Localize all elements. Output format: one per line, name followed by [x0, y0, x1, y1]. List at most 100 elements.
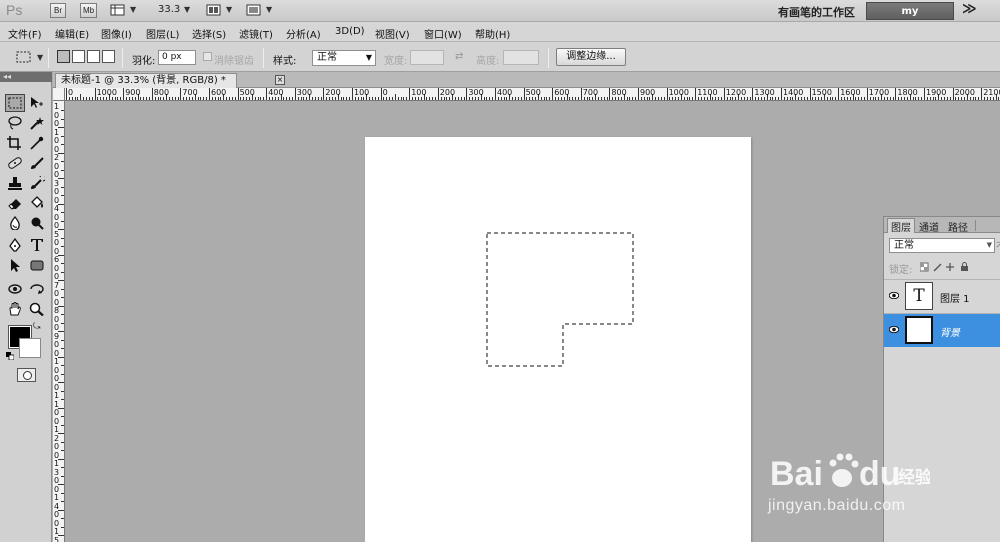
workspace-name[interactable]: 有画笔的工作区: [778, 4, 855, 20]
marquee-tool-preset-icon[interactable]: [16, 50, 32, 67]
lock-pixels-icon: [933, 263, 942, 272]
vertical-ruler[interactable]: 1001002003004005006007008009001000110012…: [53, 101, 65, 542]
chevron-down-icon[interactable]: ▼: [266, 5, 272, 14]
quick-mask-icon[interactable]: [17, 368, 36, 382]
ruler-minor-tick: [835, 97, 837, 100]
ruler-origin[interactable]: [53, 88, 65, 101]
document-tab-bar: 未标题-1 @ 33.3% (背景, RGB/8) * ×: [53, 72, 1000, 88]
ruler-major-tick: [437, 88, 439, 100]
tab-layers[interactable]: 图层: [887, 218, 915, 234]
rectangle-shape-tool[interactable]: [27, 256, 47, 274]
brush-tool[interactable]: [27, 154, 47, 172]
screen-mode-icon[interactable]: [246, 3, 261, 17]
history-brush-tool[interactable]: [27, 174, 47, 192]
chevron-down-icon[interactable]: ▼: [184, 5, 190, 14]
ruler-minor-tick: [271, 97, 273, 100]
ruler-minor-tick: [803, 97, 805, 100]
width-input[interactable]: [410, 50, 444, 65]
clone-stamp-tool[interactable]: [5, 174, 25, 192]
menu-analysis[interactable]: 分析(A): [286, 26, 321, 41]
ruler-minor-tick: [117, 97, 119, 100]
menu-3d[interactable]: 3D(D): [335, 26, 365, 37]
menu-image[interactable]: 图像(I): [101, 26, 132, 41]
document-tab[interactable]: 未标题-1 @ 33.3% (背景, RGB/8) *: [55, 73, 237, 88]
menu-layer[interactable]: 图层(L): [146, 26, 179, 41]
crop-tool[interactable]: [5, 134, 25, 152]
ruler-minor-tick: [612, 97, 614, 100]
ruler-major-tick: [380, 88, 382, 100]
eye-icon[interactable]: [889, 292, 899, 299]
type-tool[interactable]: [27, 236, 47, 254]
healing-brush-tool[interactable]: [5, 154, 25, 172]
hand-tool[interactable]: [5, 300, 25, 318]
arrange-documents-icon[interactable]: [206, 3, 221, 17]
eyedropper-tool[interactable]: [27, 134, 47, 152]
menu-help[interactable]: 帮助(H): [475, 26, 510, 41]
ruler-tick: [61, 467, 64, 468]
default-colors-icon[interactable]: [6, 350, 15, 361]
blend-mode-select[interactable]: 正常 ▼: [889, 238, 995, 253]
3d-rotate-icon: [8, 284, 22, 294]
blur-tool[interactable]: [5, 214, 25, 232]
workspace-button[interactable]: my workspace1: [866, 2, 954, 35]
layer-name[interactable]: 图层 1: [940, 290, 970, 305]
eraser-tool[interactable]: [5, 194, 25, 212]
feather-input[interactable]: 0 px: [158, 50, 196, 65]
document-canvas[interactable]: [365, 137, 751, 542]
3d-orbit-tool[interactable]: [27, 280, 47, 298]
background-color-swatch[interactable]: [19, 338, 41, 358]
collapse-panel-icon[interactable]: ◂◂: [0, 72, 52, 82]
mini-bridge-button[interactable]: Mb: [80, 3, 97, 18]
menu-edit[interactable]: 编辑(E): [55, 26, 89, 41]
horizontal-ruler[interactable]: 0 1000 900 800 700 600 500 400 300 200 100 0 100 200 3…: [65, 88, 1000, 101]
zoom-tool[interactable]: [27, 300, 47, 318]
ruler-minor-tick: [140, 97, 142, 100]
background-layer-thumbnail[interactable]: [905, 316, 933, 344]
menu-view[interactable]: 视图(V): [375, 26, 410, 41]
chevron-down-icon[interactable]: ▼: [130, 5, 136, 14]
style-select[interactable]: 正常 ▼: [312, 50, 376, 66]
svg-text:经验: 经验: [898, 467, 930, 488]
menu-filter[interactable]: 滤镜(T): [239, 26, 273, 41]
zoom-level[interactable]: 33.3: [158, 4, 180, 15]
swap-colors-icon[interactable]: ⤿: [33, 322, 41, 332]
3d-rotate-tool[interactable]: [5, 280, 25, 298]
pen-tool[interactable]: [5, 236, 25, 254]
intersect-selection-icon[interactable]: [102, 50, 115, 63]
menu-file[interactable]: 文件(F): [8, 26, 42, 41]
antialias-checkbox[interactable]: [203, 52, 212, 61]
lasso-tool[interactable]: [5, 114, 25, 132]
more-workspaces-icon[interactable]: ≫: [962, 1, 977, 17]
bridge-button[interactable]: Br: [50, 3, 66, 18]
view-extras-icon[interactable]: [110, 3, 125, 17]
ruler-minor-tick: [615, 97, 617, 100]
layer-row-selected[interactable]: 背景: [884, 313, 1000, 347]
chevron-down-icon[interactable]: ▼: [37, 53, 43, 62]
tab-paths[interactable]: 路径: [948, 219, 968, 234]
chevron-down-icon[interactable]: ▼: [226, 5, 232, 14]
layer-row[interactable]: T 图层 1: [884, 279, 1000, 313]
menu-select[interactable]: 选择(S): [192, 26, 226, 41]
magic-wand-tool[interactable]: [27, 114, 47, 132]
menu-window[interactable]: 窗口(W): [424, 26, 462, 41]
dodge-tool[interactable]: [27, 214, 47, 232]
text-layer-thumbnail[interactable]: T: [905, 282, 933, 310]
add-to-selection-icon[interactable]: [72, 50, 85, 63]
close-document-icon[interactable]: ×: [275, 75, 285, 85]
height-input[interactable]: [503, 50, 539, 65]
ruler-minor-tick: [506, 97, 508, 100]
rectangular-marquee-tool[interactable]: [5, 94, 25, 112]
layer-name[interactable]: 背景: [940, 324, 960, 339]
swap-dimensions-icon[interactable]: ⇄: [455, 51, 463, 62]
paint-bucket-tool[interactable]: [27, 194, 47, 212]
eye-icon[interactable]: [889, 326, 899, 333]
path-selection-tool[interactable]: [5, 256, 25, 274]
new-selection-icon[interactable]: [57, 50, 70, 63]
tab-channels[interactable]: 通道: [919, 219, 939, 234]
selection-marquee[interactable]: [365, 137, 751, 542]
move-tool[interactable]: [27, 94, 47, 112]
refine-edge-button[interactable]: 调整边缘...: [556, 48, 626, 66]
ruler-minor-tick: [331, 97, 333, 100]
ruler-minor-tick: [778, 97, 780, 100]
subtract-from-selection-icon[interactable]: [87, 50, 100, 63]
